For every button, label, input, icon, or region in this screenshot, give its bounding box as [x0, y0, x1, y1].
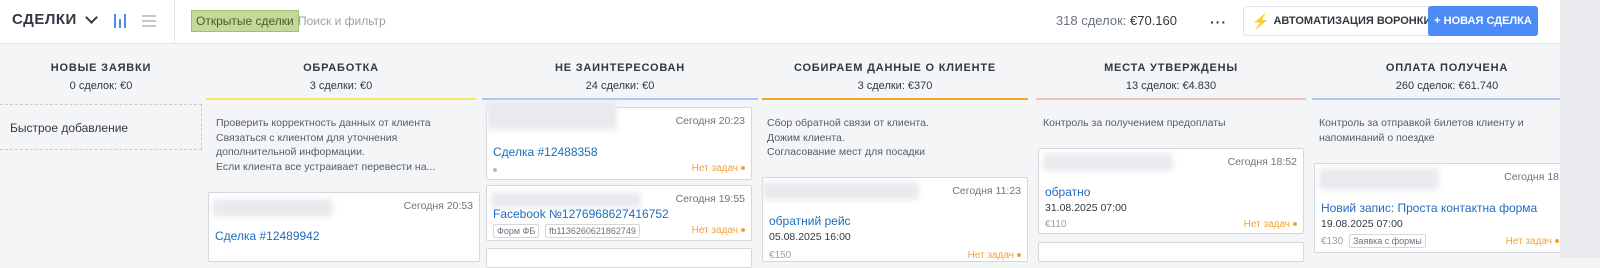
- column-count: 24 сделки: €0: [585, 80, 655, 92]
- pipeline-view-icon[interactable]: [114, 12, 130, 30]
- column-count: 13 сделок: €4.830: [1125, 80, 1217, 92]
- column-header: ОБРАБОТКА 3 сделки: €0: [206, 44, 476, 99]
- card-time: Сегодня 18:52: [1227, 156, 1297, 168]
- column-color-line: [1312, 98, 1560, 100]
- page-title: СДЕЛКИ: [12, 11, 77, 28]
- card-price: €150: [769, 250, 792, 261]
- card-no-tasks[interactable]: Нет задач: [692, 163, 745, 174]
- column-title: ОБРАБОТКА: [303, 62, 379, 74]
- deals-sum: €70.160: [1130, 13, 1177, 28]
- card-no-tasks[interactable]: Нет задач: [692, 225, 745, 236]
- column-header: НЕ ЗАИНТЕРЕСОВАН 24 сделки: €0: [482, 44, 758, 99]
- column-description: Сбор обратной связи от клиента. Дожим кл…: [767, 117, 929, 158]
- card-price: €130: [1321, 236, 1344, 247]
- column-title: МЕСТА УТВЕРЖДЕНЫ: [1104, 62, 1238, 74]
- column-color-line: [1036, 98, 1306, 100]
- column-count: 3 сделки: €370: [857, 80, 933, 92]
- column-title: СОБИРАЕМ ДАННЫЕ О КЛИЕНТЕ: [793, 62, 997, 74]
- deal-card[interactable]: Сегодня 11:23 обратний рейс 05.08.2025 1…: [762, 177, 1028, 262]
- column-color-line: [206, 98, 476, 100]
- column-description: Проверить корректность данных от клиента…: [216, 117, 436, 173]
- card-price: €110: [1045, 219, 1067, 230]
- search-input[interactable]: [298, 10, 698, 32]
- column-seats-confirmed: МЕСТА УТВЕРЖДЕНЫ 13 сделок: €4.830 Контр…: [1036, 44, 1306, 262]
- column-collecting-data: СОБИРАЕМ ДАННЫЕ О КЛИЕНТЕ 3 сделки: €370…: [762, 44, 1028, 262]
- blurred-contact: [213, 199, 333, 217]
- column-not-interested: НЕ ЗАИНТЕРЕСОВАН 24 сделки: €0 Сегодня 2…: [482, 44, 758, 268]
- card-time: Сегодня 18: [1504, 171, 1559, 183]
- divider: [174, 0, 175, 44]
- more-menu-button[interactable]: ···: [1210, 14, 1227, 30]
- card-time: Сегодня 20:23: [675, 115, 745, 127]
- chevron-down-icon: [84, 10, 98, 24]
- deals-total: 318 сделок: €70.160: [1056, 13, 1177, 28]
- column-title: ОПЛАТА ПОЛУЧЕНА: [1385, 62, 1509, 74]
- card-tag[interactable]: fb1136260621862749: [545, 224, 640, 238]
- column-header: СОБИРАЕМ ДАННЫЕ О КЛИЕНТЕ 3 сделки: €370: [762, 44, 1028, 99]
- card-deal-name[interactable]: Facebook №1276968627416752: [493, 207, 669, 221]
- deal-card[interactable]: [486, 248, 752, 268]
- lightning-icon: ⚡: [1252, 12, 1270, 29]
- column-title: НЕ ЗАИНТЕРЕСОВАН: [554, 62, 686, 74]
- card-no-tasks[interactable]: Нет задач: [1244, 219, 1297, 230]
- pipeline-selector[interactable]: СДЕЛКИ: [12, 10, 98, 28]
- card-time: Сегодня 11:23: [952, 185, 1021, 197]
- column-header: МЕСТА УТВЕРЖДЕНЫ 13 сделок: €4.830: [1036, 44, 1306, 99]
- deal-card[interactable]: Сегодня 18:52 обратно 31.08.2025 07:00 €…: [1038, 148, 1304, 234]
- card-date: 19.08.2025 07:00: [1321, 218, 1403, 230]
- column-count: 3 сделки: €0: [309, 80, 373, 92]
- deals-count: 318 сделок:: [1055, 13, 1127, 28]
- card-time: Сегодня 19:55: [675, 193, 745, 205]
- card-date: 31.08.2025 07:00: [1045, 202, 1127, 214]
- card-time: Сегодня 20:53: [403, 200, 473, 212]
- status-dot: [493, 168, 497, 172]
- deal-card[interactable]: Сегодня 20:23 Сделка #12488358 Нет задач: [486, 102, 752, 180]
- new-deal-button[interactable]: + НОВАЯ СДЕЛКА: [1428, 6, 1538, 36]
- card-no-tasks[interactable]: Нет задач: [1506, 236, 1559, 247]
- blurred-contact: [491, 192, 641, 208]
- blurred-contact: [1043, 153, 1173, 171]
- column-description: Контроль за отправкой билетов клиенту и …: [1319, 117, 1524, 144]
- deal-card[interactable]: Сегодня 19:55 Facebook №1276968627416752…: [486, 185, 752, 241]
- card-deal-name[interactable]: обратний рейс: [769, 214, 851, 228]
- column-color-line: [762, 98, 1028, 100]
- filter-tag-open-deals[interactable]: Открытые сделки: [191, 10, 299, 32]
- list-view-icon[interactable]: [142, 14, 156, 28]
- deal-card[interactable]: Сегодня 18 Новий запис: Проста контактна…: [1314, 163, 1560, 253]
- column-header: ОПЛАТА ПОЛУЧЕНА 260 сделок: €61.740: [1312, 44, 1560, 99]
- deal-card[interactable]: Сегодня 20:53 Сделка #12489942: [208, 192, 480, 262]
- column-header: НОВЫЕ ЗАЯВКИ 0 сделок: €0: [0, 44, 202, 99]
- column-color-line: [482, 98, 758, 100]
- quick-add-button[interactable]: Быстрое добавление: [0, 104, 202, 150]
- board-scroll-edge: [1560, 0, 1600, 258]
- card-no-tasks[interactable]: Нет задач: [968, 250, 1021, 261]
- deal-card[interactable]: [1038, 242, 1304, 262]
- card-tag[interactable]: Заявка с формы: [1349, 234, 1426, 248]
- blurred-contact: [763, 182, 919, 200]
- automation-label: АВТОМАТИЗАЦИЯ ВОРОНКИ: [1273, 15, 1432, 27]
- card-date: 05.08.2025 16:00: [769, 231, 851, 243]
- column-description: Контроль за получением предоплаты: [1043, 117, 1226, 129]
- automation-button[interactable]: ⚡ АВТОМАТИЗАЦИЯ ВОРОНКИ: [1243, 6, 1443, 36]
- column-count: 0 сделок: €0: [69, 80, 133, 92]
- card-deal-name[interactable]: Сделка #12488358: [493, 145, 598, 159]
- column-count: 260 сделок: €61.740: [1395, 80, 1499, 92]
- blurred-contact: [487, 102, 617, 130]
- card-tag[interactable]: Форм ФБ: [493, 224, 540, 238]
- column-title: НОВЫЕ ЗАЯВКИ: [50, 62, 152, 74]
- blurred-contact: [1319, 168, 1439, 190]
- column-payment-received: ОПЛАТА ПОЛУЧЕНА 260 сделок: €61.740 Конт…: [1312, 44, 1560, 258]
- top-bar: СДЕЛКИ Открытые сделки 318 сделок: €70.1…: [0, 0, 1600, 44]
- card-deal-name[interactable]: Сделка #12489942: [215, 229, 320, 243]
- column-processing: ОБРАБОТКА 3 сделки: €0 Проверить коррект…: [206, 44, 480, 262]
- column-new-requests: НОВЫЕ ЗАЯВКИ 0 сделок: €0 Быстрое добавл…: [0, 44, 202, 258]
- card-deal-name[interactable]: Новий запис: Проста контактна форма: [1321, 201, 1537, 215]
- card-deal-name[interactable]: обратно: [1045, 185, 1090, 199]
